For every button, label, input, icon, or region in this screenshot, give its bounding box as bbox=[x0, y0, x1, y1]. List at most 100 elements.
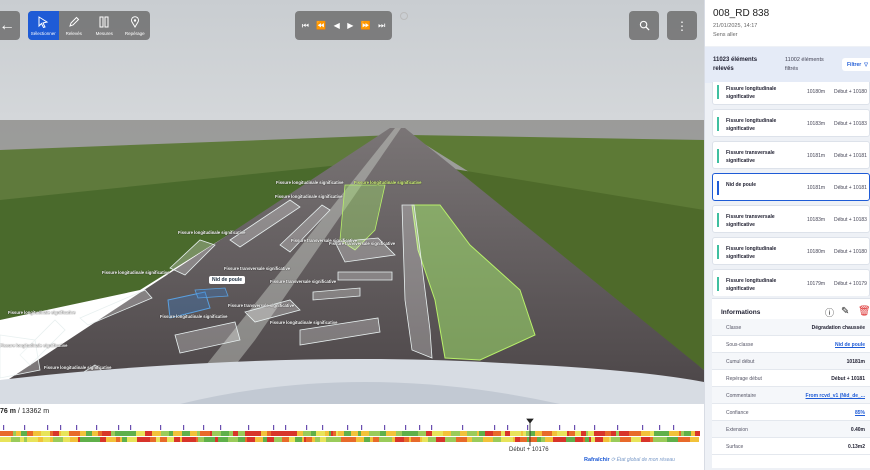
more-options-button[interactable]: ⋮ bbox=[667, 11, 697, 40]
condition-segment bbox=[428, 437, 430, 442]
event-tick bbox=[203, 425, 205, 430]
condition-segment bbox=[498, 437, 501, 442]
back-button[interactable]: ← bbox=[0, 11, 20, 40]
condition-segment bbox=[305, 431, 311, 436]
arrow-left-icon: ← bbox=[0, 16, 15, 34]
list-item[interactable]: Fissure longitudinale significative 10179… bbox=[712, 269, 870, 296]
info-value[interactable]: From rcvd_v1 (Nid_de_... bbox=[806, 393, 865, 399]
tool-locate-button[interactable]: Repérage bbox=[120, 11, 151, 40]
list-item[interactable]: Fissure transversale significative 10181m… bbox=[712, 141, 870, 169]
condition-segment bbox=[197, 431, 200, 436]
last-frame-icon[interactable]: ⏭ bbox=[378, 21, 385, 31]
event-tick bbox=[594, 425, 596, 430]
list-item[interactable]: Fissure longitudinale significative 10180… bbox=[712, 237, 870, 265]
tool-select-button[interactable]: Sélectionner bbox=[28, 11, 59, 40]
detection-label[interactable]: Fissure longitudinale significative bbox=[354, 180, 421, 185]
road-scene[interactable] bbox=[0, 0, 704, 404]
condition-segment bbox=[501, 437, 508, 442]
detection-label[interactable]: Fissure longitudinale significative bbox=[270, 320, 337, 325]
detection-label[interactable]: Fissure longitudinale significative bbox=[8, 310, 75, 315]
tool-surveys-button[interactable]: Relevés bbox=[59, 11, 90, 40]
condition-segment bbox=[567, 431, 569, 436]
info-row: Classe Dégradation chaussée bbox=[712, 319, 870, 336]
condition-segment bbox=[23, 431, 27, 436]
condition-segment bbox=[409, 437, 411, 442]
event-tick bbox=[3, 425, 5, 430]
info-row: Cumul début 10181m bbox=[712, 353, 870, 370]
condition-segment bbox=[467, 437, 472, 442]
detections-list[interactable]: Fissure longitudinale significative 10180… bbox=[712, 82, 870, 296]
detection-label[interactable]: Fissure transversale significative bbox=[224, 266, 290, 271]
filter-button[interactable]: Filtrer ▽ bbox=[842, 58, 870, 71]
detection-label[interactable]: Fissure transversale significative bbox=[329, 241, 395, 246]
list-item[interactable]: Fissure longitudinale significative 10180… bbox=[712, 82, 870, 105]
edit-icon[interactable]: ✎ bbox=[841, 306, 849, 317]
list-item[interactable]: Fissure transversale significative 10183m… bbox=[712, 205, 870, 233]
condition-segment bbox=[479, 431, 485, 436]
condition-segment bbox=[291, 431, 297, 436]
detection-label[interactable]: Fissure longitudinale significative bbox=[276, 180, 343, 185]
condition-segment bbox=[309, 437, 312, 442]
info-row: Sous-classe Nid de poule bbox=[712, 336, 870, 353]
condition-segment bbox=[38, 437, 43, 442]
condition-segment bbox=[284, 437, 287, 442]
list-item[interactable]: Nid de poule 10181m Début + 10181 bbox=[712, 173, 870, 201]
condition-segment bbox=[691, 431, 695, 436]
condition-segment bbox=[70, 437, 78, 442]
condition-segment bbox=[420, 437, 422, 442]
road-title: 008_RD 838 bbox=[713, 8, 770, 19]
detection-label[interactable]: Fissure longitudinale significative bbox=[160, 314, 227, 319]
detection-label[interactable]: Fissure longitudinale significative bbox=[178, 230, 245, 235]
event-tick bbox=[419, 425, 421, 430]
detection-label[interactable]: Fissure longitudinale significative bbox=[275, 194, 342, 199]
condition-segment bbox=[351, 431, 358, 436]
condition-segment bbox=[523, 431, 526, 436]
event-tick bbox=[76, 425, 78, 430]
street-view-viewer[interactable]: Fissure longitudinale significative Fiss… bbox=[0, 0, 704, 404]
detection-label[interactable]: Fissure transversale significative bbox=[270, 279, 336, 284]
condition-segment bbox=[98, 431, 102, 436]
condition-strip[interactable] bbox=[0, 418, 704, 448]
refresh-button[interactable]: Rafraîchir bbox=[584, 457, 610, 463]
detection-label[interactable]: Fissure longitudinale significative bbox=[0, 343, 67, 348]
zoom-button[interactable] bbox=[629, 11, 659, 40]
info-value[interactable]: 85% bbox=[855, 410, 865, 416]
info-value[interactable]: Nid de poule bbox=[835, 342, 865, 348]
rewind-icon[interactable]: ⏪ bbox=[316, 21, 326, 30]
event-tick bbox=[322, 425, 324, 430]
condition-segment bbox=[650, 437, 653, 442]
condition-segment bbox=[188, 437, 196, 442]
condition-segment bbox=[591, 437, 595, 442]
condition-segment bbox=[395, 437, 404, 442]
first-frame-icon[interactable]: ⏮ bbox=[302, 21, 309, 31]
brightness-icon[interactable] bbox=[400, 12, 408, 20]
condition-segment bbox=[145, 431, 152, 436]
condition-segment bbox=[380, 431, 386, 436]
fast-forward-icon[interactable]: ⏩ bbox=[361, 21, 371, 30]
condition-segment bbox=[204, 437, 215, 442]
selected-detection-label[interactable]: Nid de poule bbox=[209, 276, 245, 284]
item-repere: Début + 10179 bbox=[834, 281, 867, 287]
condition-segment bbox=[282, 437, 284, 442]
play-icon[interactable]: ▶ bbox=[347, 21, 353, 30]
condition-segment bbox=[80, 431, 86, 436]
info-icon[interactable]: ⓘ bbox=[825, 306, 834, 319]
condition-segment bbox=[20, 437, 24, 442]
condition-segment bbox=[364, 437, 370, 442]
detection-label[interactable]: Fissure longitudinale significative bbox=[102, 270, 169, 275]
condition-segment bbox=[609, 437, 611, 442]
condition-segment bbox=[537, 437, 541, 442]
tool-measures-button[interactable]: Mesures bbox=[89, 11, 120, 40]
condition-segment bbox=[24, 437, 27, 442]
condition-segment bbox=[267, 431, 271, 436]
event-tick bbox=[673, 425, 675, 430]
previous-icon[interactable]: ◀ bbox=[334, 21, 340, 30]
info-key: Repérage début bbox=[726, 376, 762, 382]
detection-label[interactable]: Fissure longitudinale significative bbox=[44, 365, 111, 370]
network-status-link[interactable]: ⟳ État global de mon réseau bbox=[611, 457, 675, 463]
delete-icon[interactable]: 🗑 bbox=[858, 306, 870, 317]
condition-segment bbox=[583, 437, 585, 442]
detection-label[interactable]: Fissure transversale significative bbox=[228, 303, 294, 308]
item-name: Fissure transversale significative bbox=[726, 214, 775, 228]
list-item[interactable]: Fissure longitudinale significative 10183… bbox=[712, 109, 870, 137]
